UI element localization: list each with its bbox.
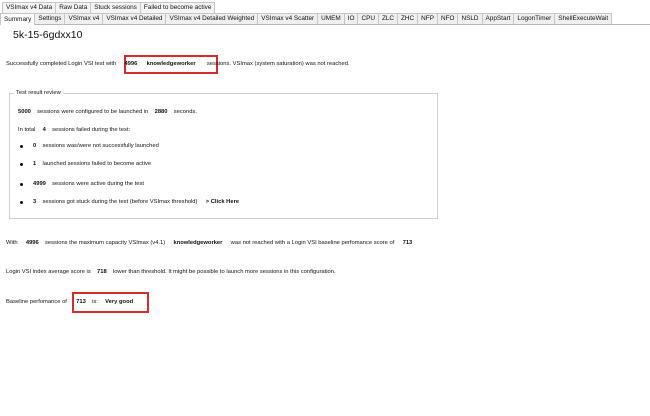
review-failed-line: In total 4 sessions failed during the te… (18, 127, 130, 133)
tab-nfp[interactable]: NFP (417, 13, 438, 24)
configured-text: sessions were configured to be launched … (37, 109, 149, 115)
failed-count-value: 4 (42, 127, 46, 133)
average-score-value: 718 (97, 269, 107, 275)
tab-umem[interactable]: UMEM (317, 13, 345, 24)
review-configured-line: 5000 sessions were configured to be laun… (18, 109, 197, 115)
tab-shellexecutewait[interactable]: ShellExecuteWait (554, 13, 613, 24)
tab-vsimax-v4-detailed-weighted[interactable]: VSImax v4 Detailed Weighted (165, 13, 259, 24)
review-item-value: 3 (33, 199, 37, 205)
baseline-score-value: 713 (76, 299, 86, 305)
failed-text: sessions failed during the test: (52, 127, 131, 133)
capacity-sessions-value: 4996 (25, 240, 39, 246)
main-tab-bar: Summary Settings VSImax v4 VSImax v4 Det… (0, 12, 650, 25)
seconds-text: seconds. (173, 109, 197, 115)
review-item-value: 4999 (33, 181, 46, 187)
review-item: 1 launched sessions failed to become act… (33, 161, 151, 167)
tab-appstart[interactable]: AppStart (481, 13, 515, 24)
tab-zhc[interactable]: ZHC (397, 13, 419, 24)
average-suffix: lower than threshold. It might be possib… (112, 269, 336, 275)
capacity-prefix: With (6, 240, 18, 246)
tab-nfo[interactable]: NFO (436, 13, 459, 24)
baseline-line: Baseline perfomance of 713 is: Very good (6, 299, 133, 305)
summary-prefix: Successfully completed Login VSI test wi… (6, 61, 117, 67)
tab-vsimax-v4-scatter[interactable]: VSImax v4 Scatter (257, 13, 319, 24)
page-title: 5k-15-6gdxx10 (13, 29, 83, 41)
bullet-icon (20, 163, 23, 166)
configured-seconds-value: 2880 (154, 109, 168, 115)
tab-zlc[interactable]: ZLC (377, 13, 399, 24)
configured-sessions-value: 5000 (18, 109, 31, 115)
bullet-icon (20, 145, 23, 148)
review-item: 0 sessions was/were not successfully lau… (33, 143, 159, 149)
tab-vsimax-v4-detailed[interactable]: VSImax v4 Detailed (102, 13, 167, 24)
tab-io[interactable]: IO (343, 13, 359, 24)
review-item-text: launched sessions failed to become activ… (42, 161, 152, 167)
tab-settings[interactable]: Settings (34, 13, 66, 24)
average-line: Login VSI index average score is 718 low… (6, 269, 336, 275)
tab-summary[interactable]: Summary (0, 13, 36, 25)
review-item-value: 1 (33, 161, 37, 167)
review-item-text: sessions were active during the test (52, 181, 144, 187)
review-item: 3 sessions got stuck during the test (be… (33, 199, 239, 205)
bullet-icon (20, 183, 23, 186)
summary-line: Successfully completed Login VSI test wi… (6, 61, 350, 67)
capacity-line: With 4996 sessions the maximum capacity … (6, 240, 412, 246)
bullet-icon (20, 201, 23, 204)
tab-cpu[interactable]: CPU (357, 13, 379, 24)
baseline-is-text: is: (92, 299, 98, 305)
review-item-value: 0 (33, 143, 37, 149)
in-total-text: In total (18, 127, 36, 133)
average-prefix: Login VSI index average score is (6, 269, 91, 275)
baseline-prefix: Baseline perfomance of (6, 299, 67, 305)
summary-suffix: sessions. VSImax (system saturation) was… (206, 61, 350, 67)
tab-logontimer[interactable]: LogonTimer (513, 13, 556, 24)
tab-vsimax-v4[interactable]: VSImax v4 (64, 13, 104, 24)
review-item-text: sessions was/were not successfully launc… (42, 143, 159, 149)
capacity-after: was not reached with a Login VSI baselin… (230, 240, 395, 246)
capacity-middle: sessions the maximum capacity VSImax (v4… (45, 240, 166, 246)
baseline-rating: Very good (105, 299, 134, 305)
capacity-workload: knowledgeworker (173, 240, 223, 246)
capacity-score-value: 713 (402, 240, 413, 246)
summary-sessions: 4996 (124, 61, 138, 67)
review-item: 4999 sessions were active during the tes… (33, 181, 144, 187)
click-here-link[interactable]: > Click Here (206, 199, 239, 205)
review-item-text: sessions got stuck during the test (befo… (42, 199, 198, 205)
review-legend: Test result review (14, 90, 63, 96)
summary-workload: knowledgeworker (146, 61, 196, 67)
tab-nsld[interactable]: NSLD (457, 13, 483, 24)
